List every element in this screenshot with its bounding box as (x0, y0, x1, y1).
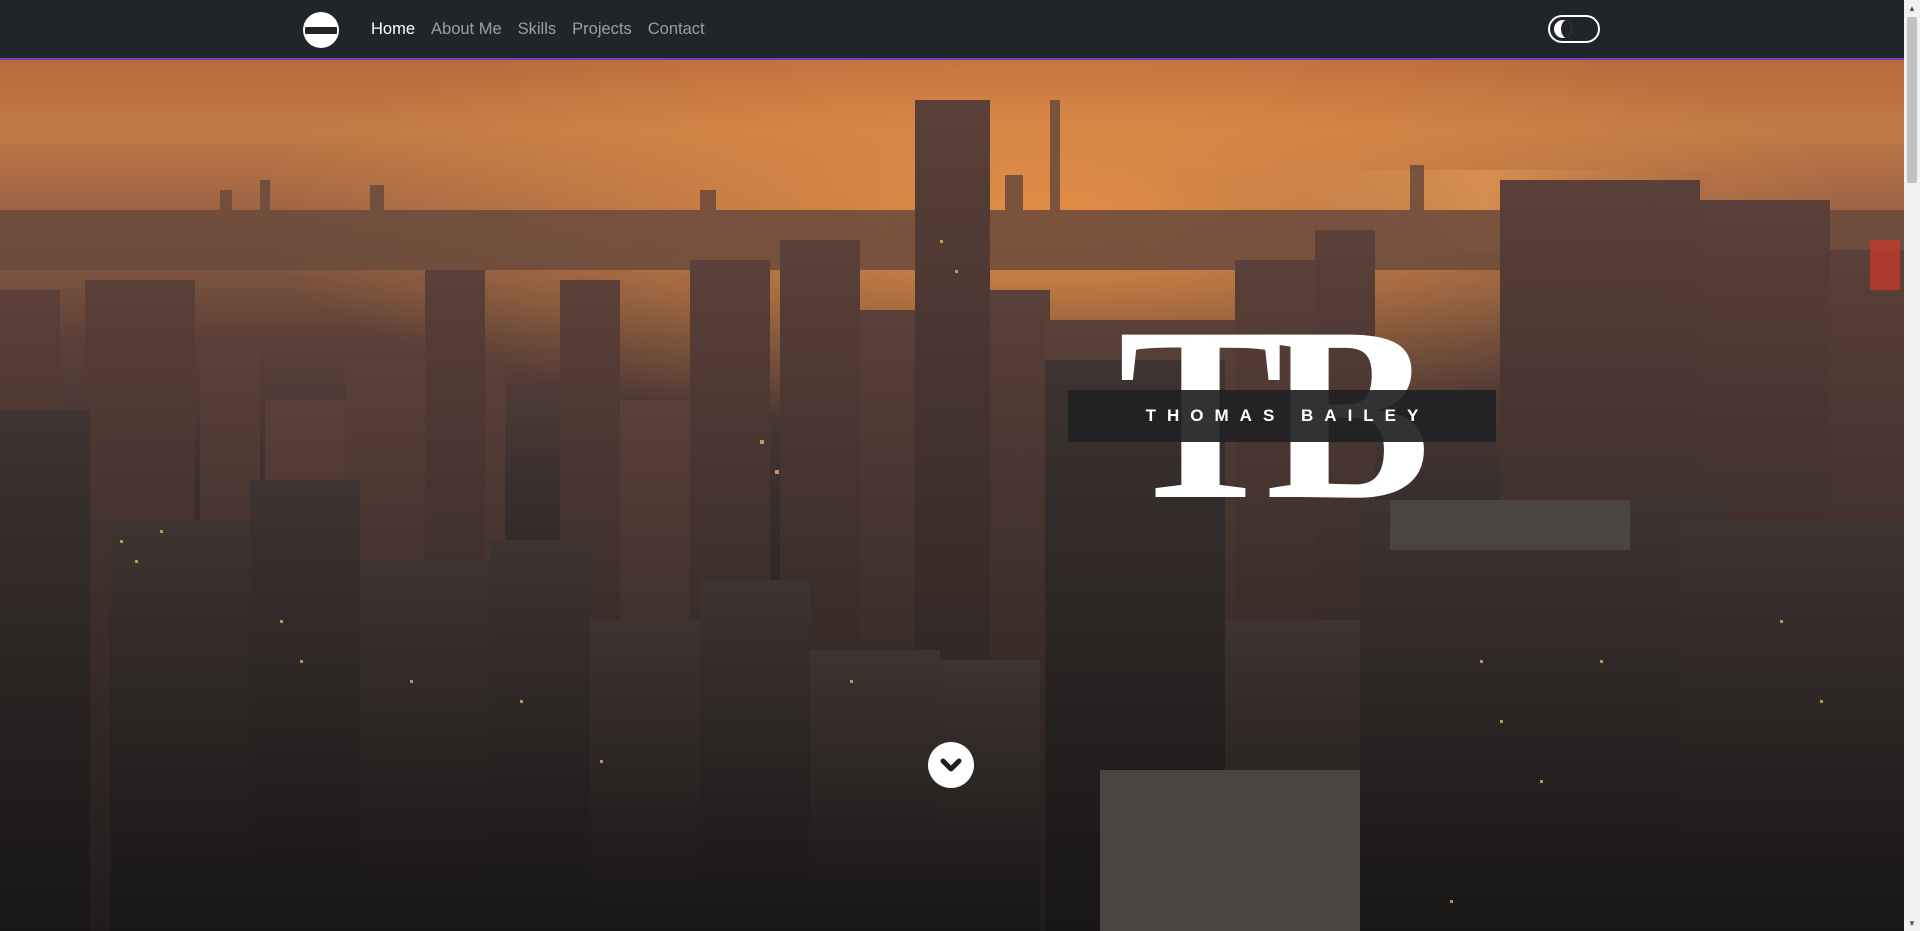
scrollbar-thumb[interactable] (1907, 17, 1917, 183)
brand-logo-icon[interactable] (303, 12, 339, 48)
scroll-down-arrow-icon[interactable]: ▼ (1904, 915, 1920, 931)
nav-links: Home About Me Skills Projects Contact (363, 0, 713, 58)
nav-link-about-me[interactable]: About Me (423, 0, 510, 58)
scroll-down-button[interactable] (928, 742, 974, 788)
scroll-up-arrow-icon[interactable]: ▲ (1904, 0, 1920, 16)
navbar: Home About Me Skills Projects Contact (0, 0, 1904, 60)
nav-link-home[interactable]: Home (363, 0, 423, 58)
city-skyline-background (0, 100, 1904, 931)
monogram-logo: TB THOMAS BAILEY (1068, 290, 1498, 585)
name-banner: THOMAS BAILEY (1068, 390, 1496, 442)
chevron-down-icon (940, 758, 962, 772)
dark-mode-toggle-icon (1554, 20, 1572, 38)
dark-mode-toggle[interactable] (1548, 15, 1600, 43)
brand-logo-bar (305, 26, 337, 34)
nav-link-contact[interactable]: Contact (640, 0, 713, 58)
page-scrollbar[interactable]: ▲ ▼ (1904, 0, 1920, 931)
hero-section: TB THOMAS BAILEY (0, 60, 1904, 931)
nav-link-projects[interactable]: Projects (564, 0, 640, 58)
nav-link-skills[interactable]: Skills (510, 0, 565, 58)
hero-name: THOMAS BAILEY (1145, 406, 1430, 425)
